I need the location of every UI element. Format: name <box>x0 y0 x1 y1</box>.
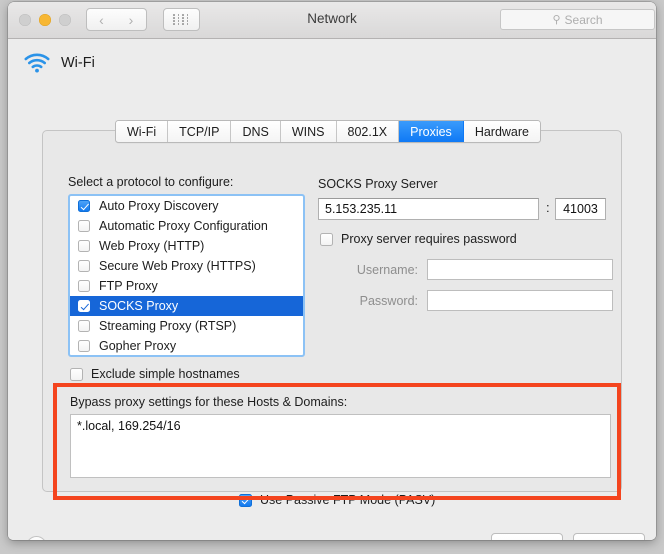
list-item-label: Web Proxy (HTTP) <box>99 239 205 253</box>
exclude-simple-hostnames-label: Exclude simple hostnames <box>91 367 240 381</box>
list-item-label: SOCKS Proxy <box>99 299 179 313</box>
service-header: Wi-Fi <box>24 53 95 73</box>
tab-dns[interactable]: DNS <box>231 121 281 142</box>
list-item-label: Gopher Proxy <box>99 339 177 353</box>
proxy-port-value: 41003 <box>563 202 598 216</box>
window-body: Wi-Fi Wi-Fi TCP/IP DNS WINS 802.1X Proxi… <box>8 39 656 540</box>
tab-8021x[interactable]: 802.1X <box>336 121 400 142</box>
host-port-separator: : <box>546 200 550 215</box>
network-preferences-window: ‹ › Network ⚲ Search Wi-Fi Wi-Fi TCP/IP … <box>8 2 656 540</box>
ok-button-label: OK <box>600 539 618 541</box>
username-label: Username: <box>356 262 418 277</box>
checkbox-streaming-proxy-rtsp[interactable] <box>78 320 90 332</box>
search-input[interactable]: ⚲ Search <box>500 9 655 30</box>
cancel-button[interactable]: Cancel <box>491 533 563 540</box>
proxy-port-input[interactable]: 41003 <box>555 198 606 220</box>
password-label: Password: <box>359 293 418 308</box>
list-item[interactable]: FTP Proxy <box>70 276 303 296</box>
tab-bar: Wi-Fi TCP/IP DNS WINS 802.1X Proxies Har… <box>115 120 541 143</box>
requires-password-row[interactable]: Proxy server requires password <box>320 232 517 246</box>
list-item-label: FTP Proxy <box>99 279 158 293</box>
list-item[interactable]: Web Proxy (HTTP) <box>70 236 303 256</box>
window-titlebar: ‹ › Network ⚲ Search <box>8 2 656 39</box>
checkbox-exclude-simple-hostnames[interactable] <box>70 367 83 381</box>
bypass-value: *.local, 169.254/16 <box>77 419 181 433</box>
checkbox-passive-ftp[interactable] <box>239 493 252 507</box>
search-placeholder: Search <box>564 12 603 27</box>
list-item[interactable]: Automatic Proxy Configuration <box>70 216 303 236</box>
cancel-button-label: Cancel <box>508 539 547 541</box>
list-item-label: Secure Web Proxy (HTTPS) <box>99 259 256 273</box>
protocol-list-label: Select a protocol to configure: <box>68 175 234 189</box>
bypass-label: Bypass proxy settings for these Hosts & … <box>70 395 348 409</box>
list-item[interactable]: Gopher Proxy <box>70 336 303 355</box>
help-button[interactable]: ? <box>26 536 47 540</box>
bypass-textarea[interactable]: *.local, 169.254/16 <box>70 414 611 478</box>
checkbox-socks-proxy[interactable] <box>78 300 90 312</box>
list-item-label: Automatic Proxy Configuration <box>99 219 268 233</box>
tab-wins[interactable]: WINS <box>280 121 337 142</box>
proxy-server-title: SOCKS Proxy Server <box>318 177 438 191</box>
list-item-label: Auto Proxy Discovery <box>99 199 219 213</box>
checkbox-auto-proxy-discovery[interactable] <box>78 200 90 212</box>
list-item[interactable]: Auto Proxy Discovery <box>70 196 303 216</box>
password-row: Password: <box>333 290 613 311</box>
list-item[interactable]: Streaming Proxy (RTSP) <box>70 316 303 336</box>
checkbox-gopher-proxy[interactable] <box>78 340 90 352</box>
tab-wifi[interactable]: Wi-Fi <box>116 121 169 142</box>
exclude-simple-hostnames-row[interactable]: Exclude simple hostnames <box>70 367 240 381</box>
list-item-label: Streaming Proxy (RTSP) <box>99 319 237 333</box>
username-field[interactable] <box>427 259 613 280</box>
list-item-selected[interactable]: SOCKS Proxy <box>70 296 303 316</box>
password-field[interactable] <box>427 290 613 311</box>
proxy-host-value: 5.153.235.11 <box>325 202 398 216</box>
proxy-host-input[interactable]: 5.153.235.11 <box>318 198 539 220</box>
tab-proxies[interactable]: Proxies <box>399 121 464 142</box>
passive-ftp-label: Use Passive FTP Mode (PASV) <box>260 493 436 507</box>
search-icon: ⚲ <box>552 14 561 26</box>
ok-button[interactable]: OK <box>573 533 645 540</box>
list-item[interactable]: Secure Web Proxy (HTTPS) <box>70 256 303 276</box>
tab-hardware[interactable]: Hardware <box>463 121 540 142</box>
wifi-icon <box>24 53 50 73</box>
protocol-list[interactable]: Auto Proxy Discovery Automatic Proxy Con… <box>68 194 305 357</box>
tab-tcpip[interactable]: TCP/IP <box>168 121 232 142</box>
checkbox-web-proxy-http[interactable] <box>78 240 90 252</box>
checkbox-ftp-proxy[interactable] <box>78 280 90 292</box>
requires-password-label: Proxy server requires password <box>341 232 517 246</box>
passive-ftp-row[interactable]: Use Passive FTP Mode (PASV) <box>239 493 435 507</box>
service-name: Wi-Fi <box>61 55 95 71</box>
question-mark-icon: ? <box>33 540 40 541</box>
checkbox-proxy-requires-password[interactable] <box>320 232 333 246</box>
checkbox-secure-web-proxy-https[interactable] <box>78 260 90 272</box>
username-row: Username: <box>333 259 613 280</box>
checkbox-automatic-proxy-configuration[interactable] <box>78 220 90 232</box>
